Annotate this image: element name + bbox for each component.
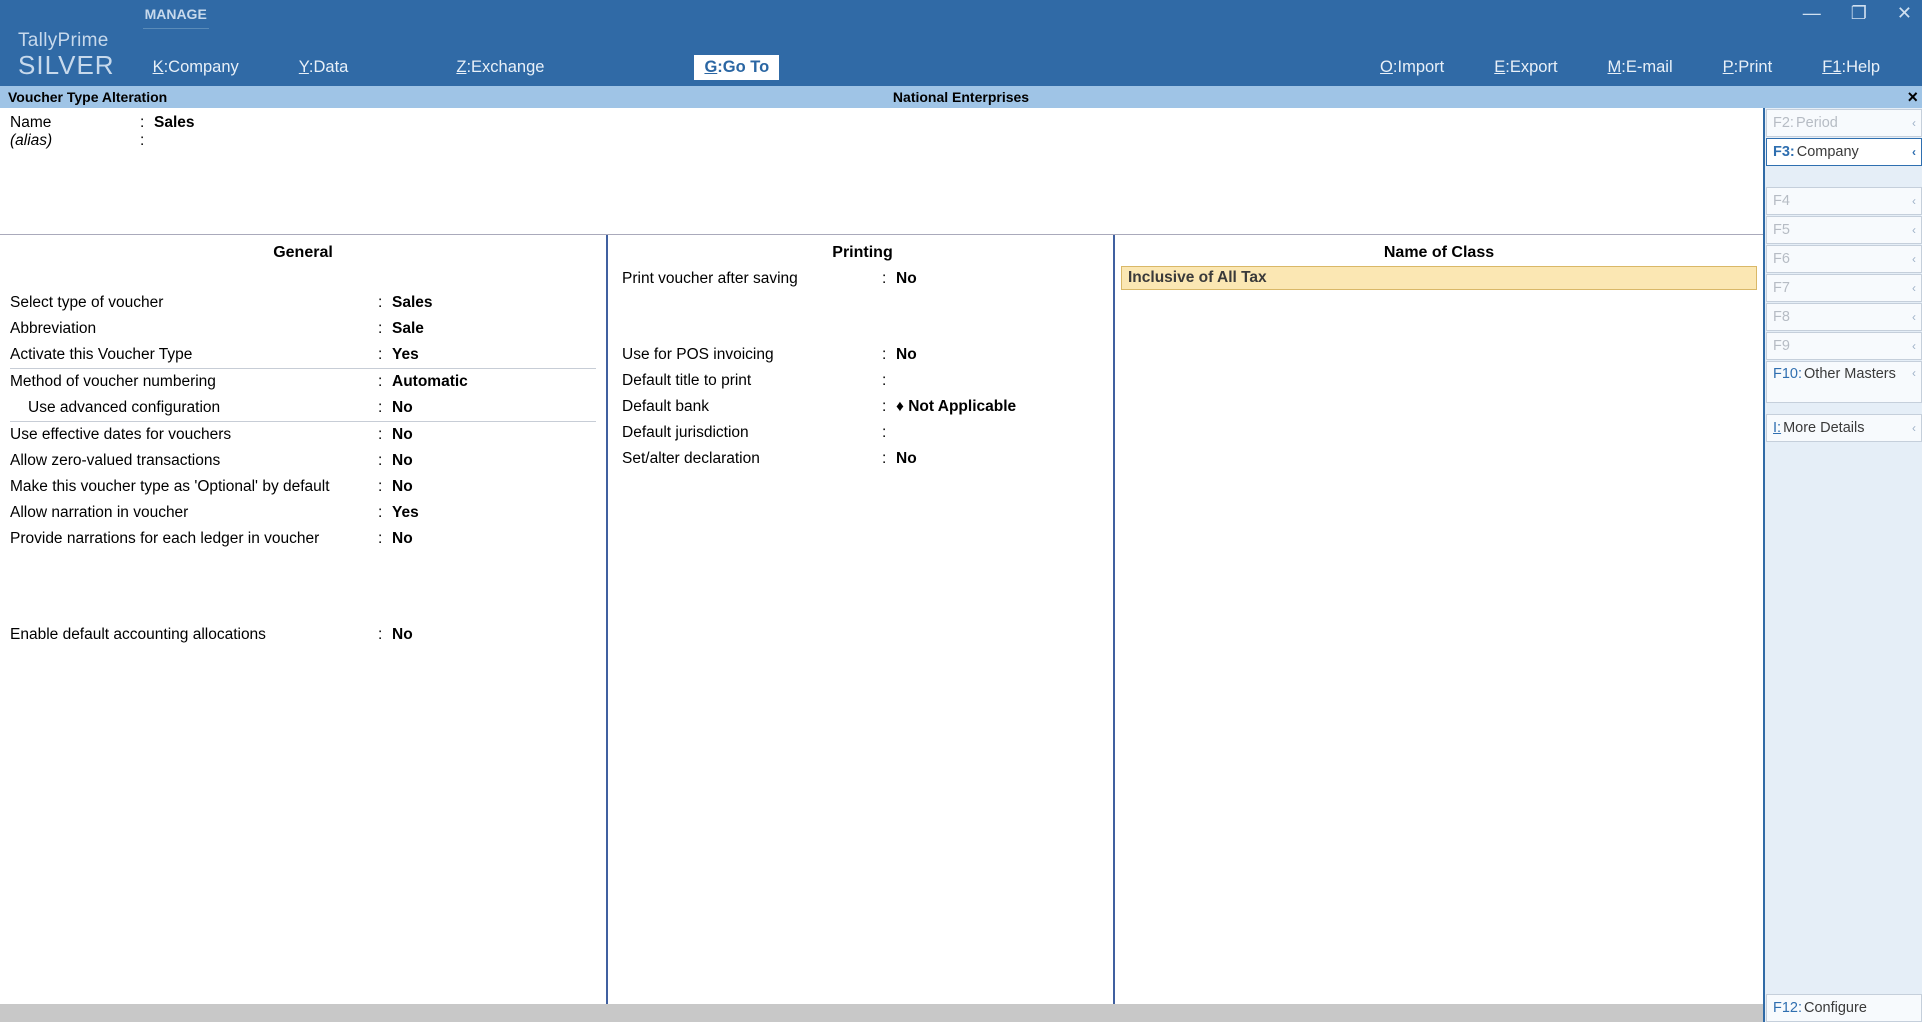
name-label: Name: [10, 114, 140, 132]
manage-label[interactable]: MANAGE: [143, 6, 209, 29]
general-header: General: [10, 241, 596, 290]
rp-f3-company[interactable]: F3:Company‹: [1766, 138, 1922, 166]
col-class: Name of Class Inclusive of All Tax: [1115, 235, 1763, 1004]
menu-print[interactable]: P:Print: [1713, 55, 1783, 80]
class-header: Name of Class: [1119, 241, 1759, 266]
col-printing: Printing Print voucher after saving: No …: [608, 235, 1115, 1004]
row-declaration[interactable]: Set/alter declaration: No: [622, 446, 1103, 472]
menu-help[interactable]: F1:Help: [1812, 55, 1890, 80]
row-abbrev[interactable]: Abbreviation: Sale: [10, 316, 596, 342]
row-zero-val[interactable]: Allow zero-valued transactions: No: [10, 448, 596, 474]
top-bar: TallyPrime SILVER MANAGE K:Company Y:Dat…: [0, 26, 1922, 86]
row-pos[interactable]: Use for POS invoicing: No: [622, 342, 1103, 368]
row-ledger-narr[interactable]: Provide narrations for each ledger in vo…: [10, 526, 596, 552]
app-brand: TallyPrime SILVER: [18, 31, 115, 80]
rp-f7: F7‹: [1766, 274, 1922, 302]
menu-goto[interactable]: G:Go To: [694, 55, 779, 80]
row-eff-dates[interactable]: Use effective dates for vouchers: No: [10, 422, 596, 448]
row-narration[interactable]: Allow narration in voucher: Yes: [10, 500, 596, 526]
row-method[interactable]: Method of voucher numbering: Automatic: [10, 368, 596, 395]
menu-import[interactable]: O:Import: [1370, 55, 1454, 80]
menu-company[interactable]: K:Company: [143, 55, 249, 80]
alias-label: (alias): [10, 132, 140, 150]
menu-export[interactable]: E:Export: [1484, 55, 1567, 80]
col-general: General Select type of voucher: Sales Ab…: [0, 235, 608, 1004]
company-name: National Enterprises: [893, 89, 1029, 105]
menu-email[interactable]: M:E-mail: [1598, 55, 1683, 80]
name-block: Name : Sales (alias) :: [0, 108, 1763, 154]
name-value[interactable]: Sales: [154, 114, 195, 132]
menu-strip: K:Company Y:Data Z:Exchange G:Go To O:Im…: [143, 55, 1914, 80]
columns: General Select type of voucher: Sales Ab…: [0, 234, 1763, 1004]
rp-more-details[interactable]: I:More Details‹: [1766, 414, 1922, 442]
app-name: TallyPrime: [18, 31, 115, 52]
workspace: Name : Sales (alias) : General Select ty…: [0, 108, 1922, 1022]
row-activate[interactable]: Activate this Voucher Type: Yes: [10, 342, 596, 368]
rp-f5: F5‹: [1766, 216, 1922, 244]
rp-f4: F4‹: [1766, 187, 1922, 215]
rp-f8: F8‹: [1766, 303, 1922, 331]
row-title[interactable]: Default title to print:: [622, 368, 1103, 394]
rp-f6: F6‹: [1766, 245, 1922, 273]
menu-data[interactable]: Y:Data: [289, 55, 359, 80]
row-optional[interactable]: Make this voucher type as 'Optional' by …: [10, 474, 596, 500]
status-bar: [0, 1004, 1763, 1022]
main-area: Name : Sales (alias) : General Select ty…: [0, 108, 1765, 1022]
app-edition: SILVER: [18, 51, 115, 80]
row-after-save[interactable]: Print voucher after saving: No: [622, 266, 1103, 292]
rp-f12-configure[interactable]: F12:Configure: [1766, 994, 1922, 1022]
row-default-alloc[interactable]: Enable default accounting allocations: N…: [10, 622, 596, 648]
row-jurisdiction[interactable]: Default jurisdiction:: [622, 420, 1103, 446]
row-bank[interactable]: Default bank: ♦ Not Applicable: [622, 394, 1103, 420]
page-title: Voucher Type Alteration: [0, 89, 167, 105]
row-select-type[interactable]: Select type of voucher: Sales: [10, 290, 596, 316]
row-advanced[interactable]: Use advanced configuration: No: [10, 395, 596, 422]
rp-f2-period: F2:Period‹: [1766, 109, 1922, 137]
close-icon[interactable]: ×: [1907, 88, 1918, 106]
class-name-input[interactable]: Inclusive of All Tax: [1121, 266, 1757, 290]
right-panel: F2:Period‹ F3:Company‹ F4‹ F5‹ F6‹ F7‹ F…: [1765, 108, 1922, 1022]
menu-exchange[interactable]: Z:Exchange: [446, 55, 554, 80]
rp-f10-other-masters[interactable]: F10:Other Masters ‹: [1766, 361, 1922, 403]
rp-f9: F9‹: [1766, 332, 1922, 360]
subheader: Voucher Type Alteration National Enterpr…: [0, 86, 1922, 108]
